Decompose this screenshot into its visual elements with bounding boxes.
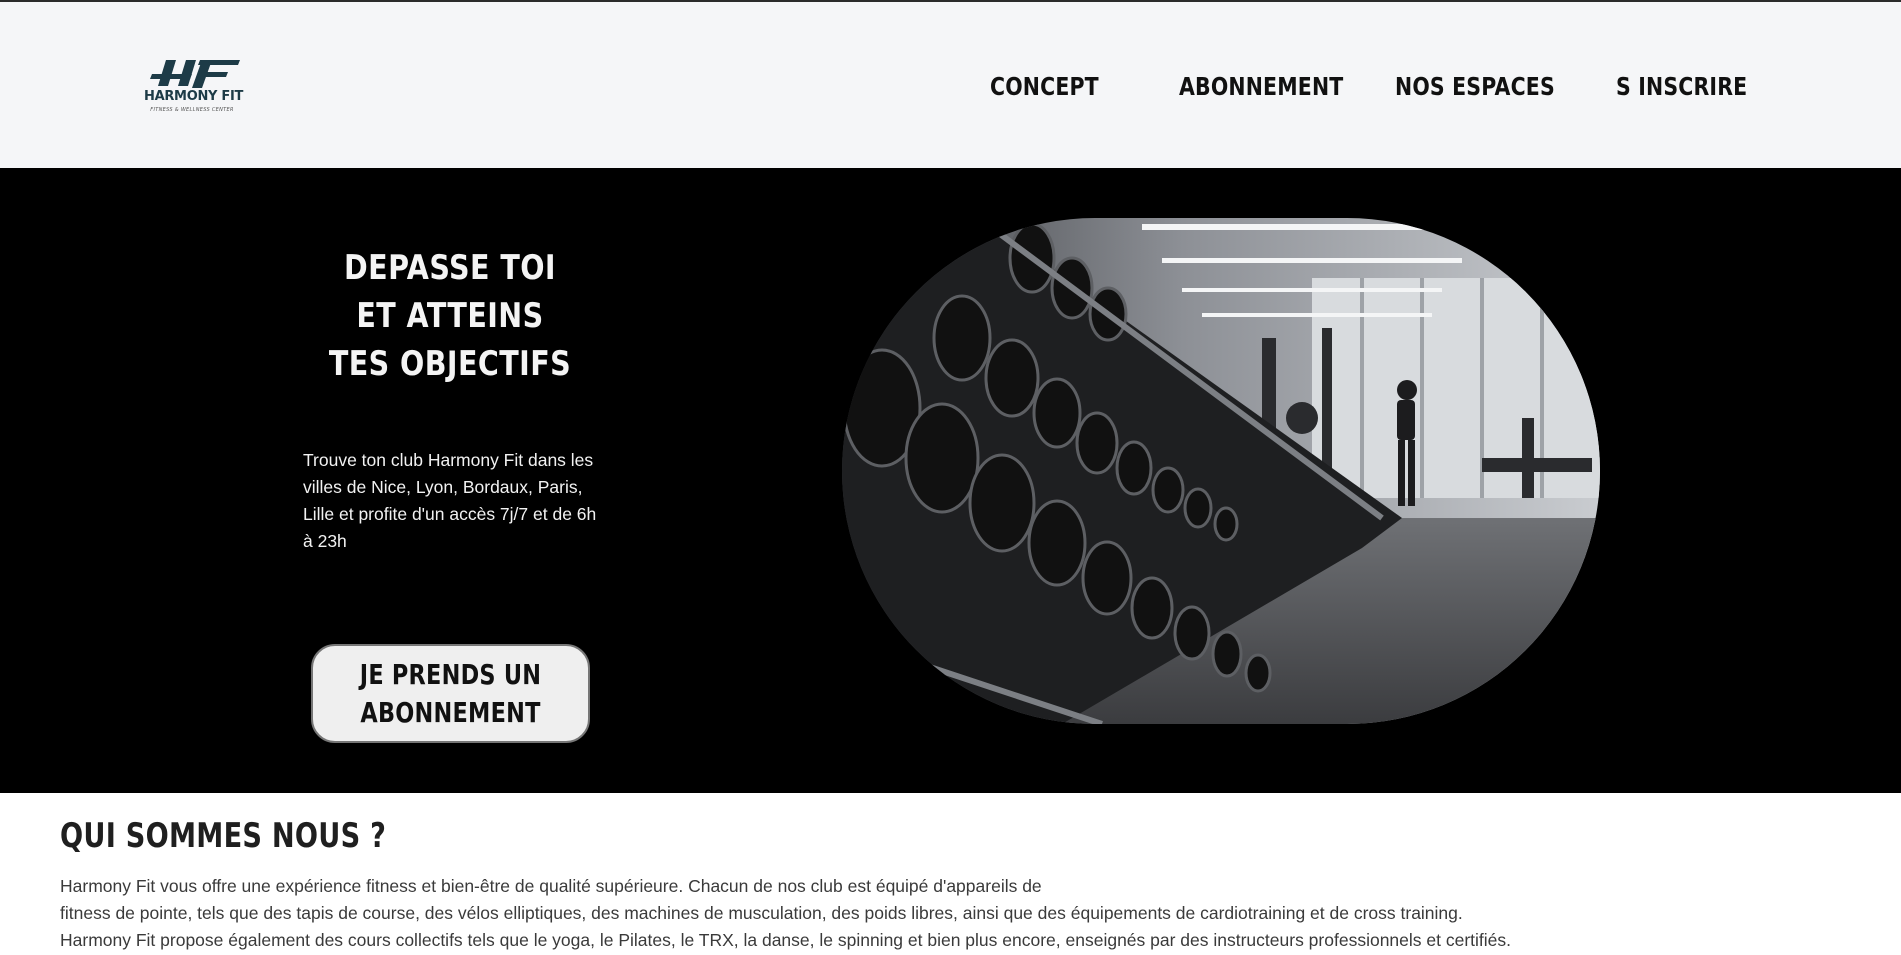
nav-abonnement[interactable]: ABONNEMENT: [1179, 72, 1343, 101]
about-paragraph-line: fitness de pointe, tels que des tapis de…: [60, 903, 1463, 923]
about-title: QUI SOMMES NOUS ?: [60, 816, 387, 856]
brand-tagline: FITNESS & WELLNESS CENTER: [150, 107, 234, 113]
nav-concept[interactable]: CONCEPT: [990, 72, 1099, 101]
hero-section: DEPASSE TOI ET ATTEINS TES OBJECTIFS Tro…: [0, 168, 1901, 793]
nav-s-inscrire[interactable]: S INSCRIRE: [1616, 72, 1747, 101]
about-paragraph-line: Harmony Fit propose également des cours …: [60, 930, 1512, 950]
hero-description: Trouve ton club Harmony Fit dans les vil…: [303, 450, 597, 551]
hf-monogram-icon: [150, 60, 240, 88]
harmony-fit-logo[interactable]: HARMONY FIT FITNESS & WELLNESS CENTER: [144, 58, 244, 118]
hero-title: DEPASSE TOI ET ATTEINS TES OBJECTIFS: [328, 248, 572, 384]
gym-dumbbell-rack-image: [842, 218, 1600, 724]
nav-nos-espaces[interactable]: NOS ESPACES: [1395, 72, 1555, 101]
about-paragraph-line: Harmony Fit vous offre une expérience fi…: [60, 876, 1042, 896]
site-header: HARMONY FIT FITNESS & WELLNESS CENTER CO…: [0, 0, 1901, 168]
subscribe-button-label: JE PRENDS UN ABONNEMENT: [359, 657, 542, 729]
brand-name: HARMONY FIT: [144, 89, 244, 104]
subscribe-button[interactable]: JE PRENDS UN ABONNEMENT: [311, 644, 590, 743]
